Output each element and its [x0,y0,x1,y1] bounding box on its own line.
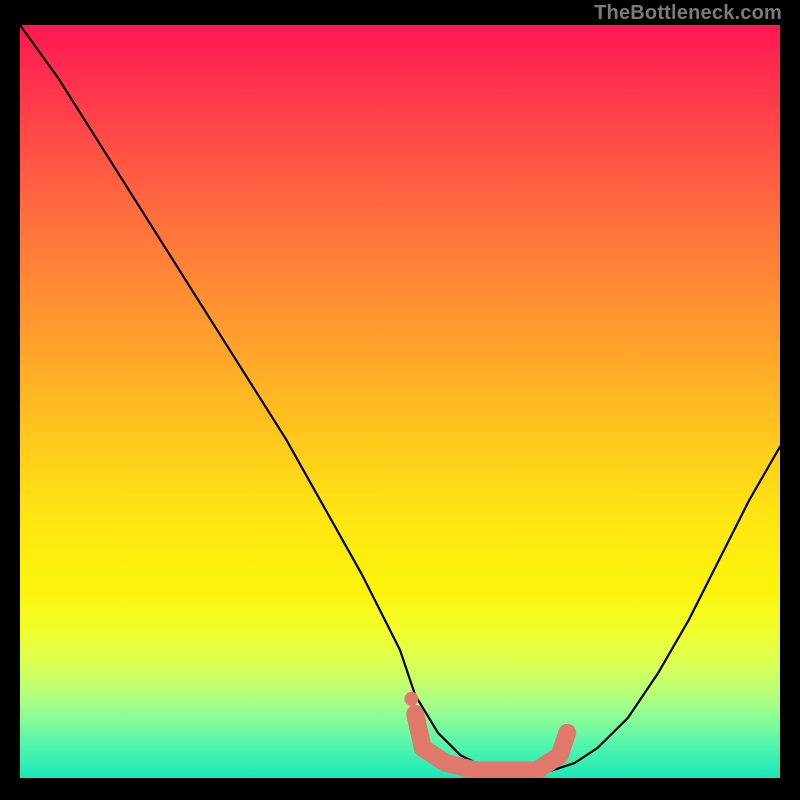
curve-path [20,25,780,770]
plot-area [20,25,780,778]
chart-svg [20,25,780,778]
chart-frame: TheBottleneck.com [0,0,800,800]
attribution-label: TheBottleneck.com [594,2,782,25]
highlight-path [415,714,567,770]
highlight-dot [404,692,418,706]
